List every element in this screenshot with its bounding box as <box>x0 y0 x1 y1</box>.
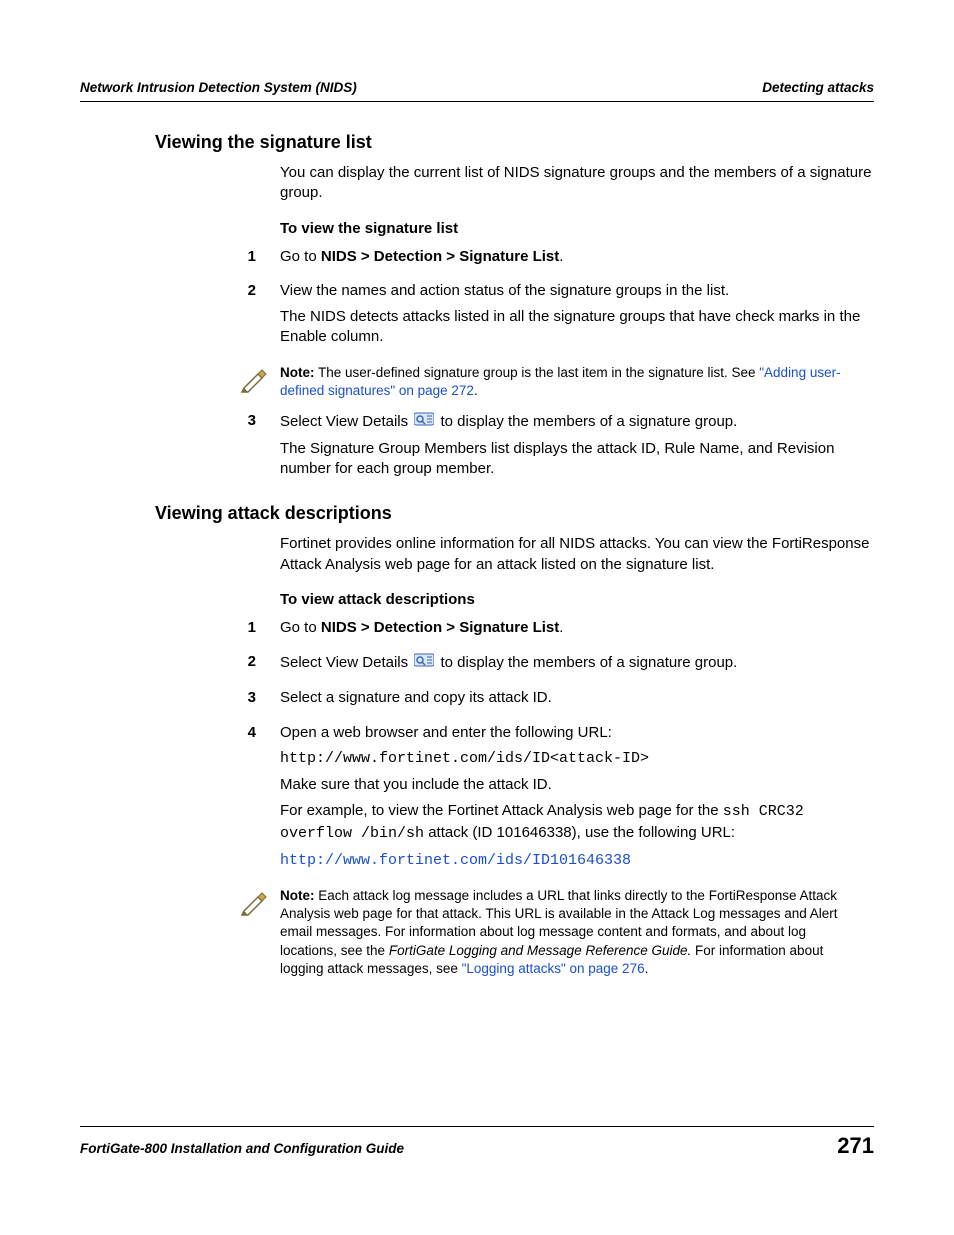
note-pencil-icon <box>238 364 270 396</box>
section-title-viewing-attack-descriptions: Viewing attack descriptions <box>155 503 874 524</box>
step-body: Select View Details to display the membe… <box>280 652 874 680</box>
url-link-example[interactable]: http://www.fortinet.com/ids/ID101646338 <box>280 852 631 869</box>
section2-step3: 3 Select a signature and copy its attack… <box>80 688 874 714</box>
text: For example, to view the Fortinet Attack… <box>280 802 723 819</box>
text: The NIDS detects attacks listed in all t… <box>280 307 864 348</box>
section2-intro: Fortinet provides online information for… <box>280 534 874 575</box>
page: Network Intrusion Detection System (NIDS… <box>0 0 954 1235</box>
text: to display the members of a signature gr… <box>436 413 737 430</box>
reference-title: FortiGate Logging and Message Reference … <box>389 943 691 958</box>
url-template: http://www.fortinet.com/ids/ID<attack-ID… <box>280 749 864 769</box>
text: . <box>559 248 563 265</box>
view-details-icon <box>414 652 434 674</box>
step-body: Go to NIDS > Detection > Signature List. <box>280 618 874 644</box>
nav-path: NIDS > Detection > Signature List <box>321 248 559 265</box>
section1-note: Note: The user-defined signature group i… <box>80 364 874 401</box>
section1-step2: 2 View the names and action status of th… <box>80 281 874 354</box>
note-pencil-icon <box>238 887 270 919</box>
note-icon-wrap <box>80 364 280 401</box>
text: The Signature Group Members list display… <box>280 439 864 480</box>
section2-step4: 4 Open a web browser and enter the follo… <box>80 723 874 878</box>
step-body: Go to NIDS > Detection > Signature List. <box>280 247 874 273</box>
step-number: 4 <box>80 723 280 878</box>
section2-note: Note: Each attack log message includes a… <box>80 887 874 978</box>
section1-step1: 1 Go to NIDS > Detection > Signature Lis… <box>80 247 874 273</box>
section1-subhead: To view the signature list <box>280 220 874 237</box>
page-number: 271 <box>837 1133 874 1159</box>
text: Select View Details <box>280 654 412 671</box>
nav-path: NIDS > Detection > Signature List <box>321 619 559 636</box>
text: attack (ID 101646338), use the following… <box>424 824 735 841</box>
section2-step1: 1 Go to NIDS > Detection > Signature Lis… <box>80 618 874 644</box>
text: . <box>645 961 649 976</box>
step-number: 2 <box>80 281 280 354</box>
step-number: 1 <box>80 247 280 273</box>
step-body: Select a signature and copy its attack I… <box>280 688 874 714</box>
text: Select View Details <box>280 413 412 430</box>
footer-title: FortiGate-800 Installation and Configura… <box>80 1141 404 1156</box>
text: . <box>474 383 478 398</box>
note-body: Note: The user-defined signature group i… <box>280 364 874 400</box>
step-number: 3 <box>80 688 280 714</box>
step-body: Open a web browser and enter the followi… <box>280 723 874 878</box>
note-link-logging-attacks[interactable]: "Logging attacks" on page 276 <box>462 961 645 976</box>
step-body: View the names and action status of the … <box>280 281 874 354</box>
note-label: Note: <box>280 888 315 903</box>
page-header: Network Intrusion Detection System (NIDS… <box>80 80 874 102</box>
header-right: Detecting attacks <box>762 80 874 95</box>
step-number: 2 <box>80 652 280 680</box>
section2-subhead: To view attack descriptions <box>280 591 874 608</box>
view-details-icon <box>414 411 434 433</box>
section2-step2: 2 Select View Details to display the mem… <box>80 652 874 680</box>
header-left: Network Intrusion Detection System (NIDS… <box>80 80 357 95</box>
text: Open a web browser and enter the followi… <box>280 723 864 743</box>
text: Select a signature and copy its attack I… <box>280 688 864 708</box>
section-title-viewing-signature-list: Viewing the signature list <box>155 132 874 153</box>
page-footer: FortiGate-800 Installation and Configura… <box>80 1126 874 1159</box>
text: Go to <box>280 619 321 636</box>
step-number: 1 <box>80 618 280 644</box>
text: Make sure that you include the attack ID… <box>280 775 864 795</box>
step-body: Select View Details to display the membe… <box>280 411 874 486</box>
note-icon-wrap <box>80 887 280 924</box>
section1-intro: You can display the current list of NIDS… <box>280 163 874 204</box>
note-body: Note: Each attack log message includes a… <box>280 887 874 978</box>
step-number: 3 <box>80 411 280 486</box>
note-text: The user-defined signature group is the … <box>315 365 760 380</box>
section1-step3: 3 Select View Details to display the mem… <box>80 411 874 486</box>
text: Go to <box>280 248 321 265</box>
note-label: Note: <box>280 365 315 380</box>
text: to display the members of a signature gr… <box>436 654 737 671</box>
text: View the names and action status of the … <box>280 281 864 301</box>
text: . <box>559 619 563 636</box>
